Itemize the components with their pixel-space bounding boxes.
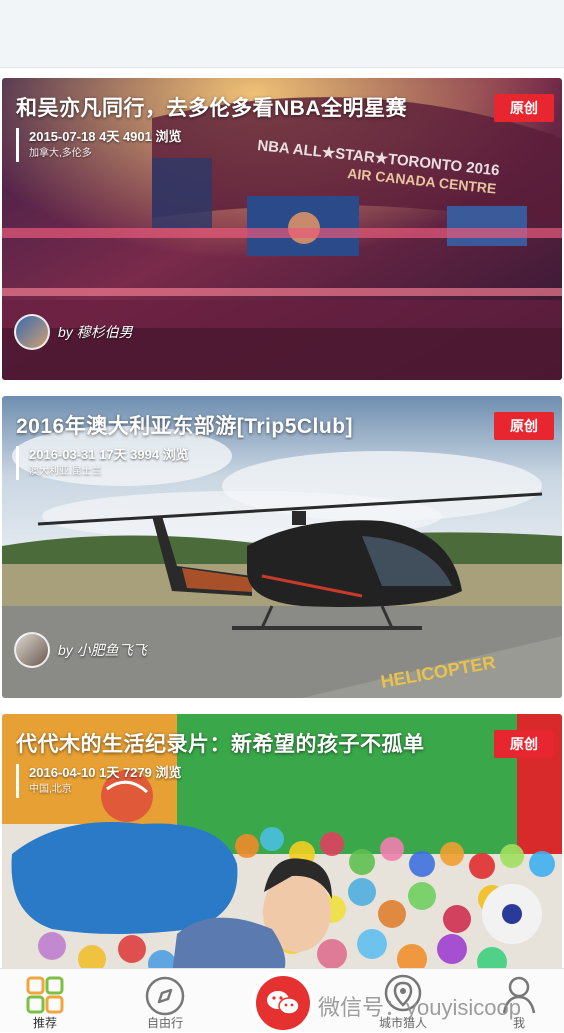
avatar[interactable] [14, 314, 50, 350]
grid-icon [26, 976, 64, 1014]
feed-card[interactable]: HELICOPTER 2016年澳大利亚东部游[Trip5Club] 2016-… [2, 396, 562, 698]
card-meta: 2016-04-10 1天 7279 浏览 中国,北京 [16, 764, 181, 798]
author-name: by 穆杉伯男 [58, 324, 133, 340]
watermark-text: 微信号：youyisicoop [318, 995, 521, 1020]
original-badge: 原创 [494, 94, 554, 122]
tab-label: 自由行 [146, 1016, 183, 1030]
card-title: 2016年澳大利亚东部游[Trip5Club] [16, 415, 354, 438]
tab-free-travel[interactable]: 自由行 [120, 969, 210, 1033]
chat-icon [267, 991, 300, 1015]
card-title: 代代木的生活纪录片：新希望的孩子不孤单 [16, 733, 425, 756]
card-stats: 2015-07-18 4天 4901 浏览 [29, 129, 182, 144]
card-location: 澳大利亚,昆士兰 [29, 466, 102, 477]
feed-card[interactable]: 代代木的生活纪录片：新希望的孩子不孤单 2016-04-10 1天 7279 浏… [2, 714, 562, 968]
card-location: 中国,北京 [29, 784, 72, 795]
top-bar [0, 0, 564, 68]
card-meta: 2015-07-18 4天 4901 浏览 加拿大,多伦多 [16, 128, 181, 162]
card-meta: 2016-03-31 17天 3994 浏览 澳大利亚,昆士兰 [16, 446, 189, 480]
center-chat-button[interactable] [256, 976, 310, 1030]
original-badge: 原创 [494, 730, 554, 758]
tab-label: 推荐 [32, 1016, 57, 1030]
original-badge: 原创 [494, 412, 554, 440]
card-location: 加拿大,多伦多 [29, 148, 92, 159]
avatar[interactable] [14, 632, 50, 668]
card-stats: 2016-03-31 17天 3994 浏览 [29, 447, 189, 462]
compass-icon [145, 976, 185, 1016]
feed-card[interactable]: NBA ALL★STAR★TORONTO 2016 AIR CANADA CEN… [2, 78, 562, 380]
card-stats: 2016-04-10 1天 7279 浏览 [29, 765, 182, 780]
feed-list: NBA ALL★STAR★TORONTO 2016 AIR CANADA CEN… [0, 68, 564, 968]
author-info[interactable]: by 小肥鱼飞飞 [14, 632, 147, 668]
author-name: by 小肥鱼飞飞 [58, 642, 147, 658]
author-info[interactable]: by 穆杉伯男 [14, 314, 133, 350]
tab-recommend[interactable]: 推荐 [0, 969, 90, 1033]
card-title: 和吴亦凡同行，去多伦多看NBA全明星赛 [16, 97, 407, 120]
